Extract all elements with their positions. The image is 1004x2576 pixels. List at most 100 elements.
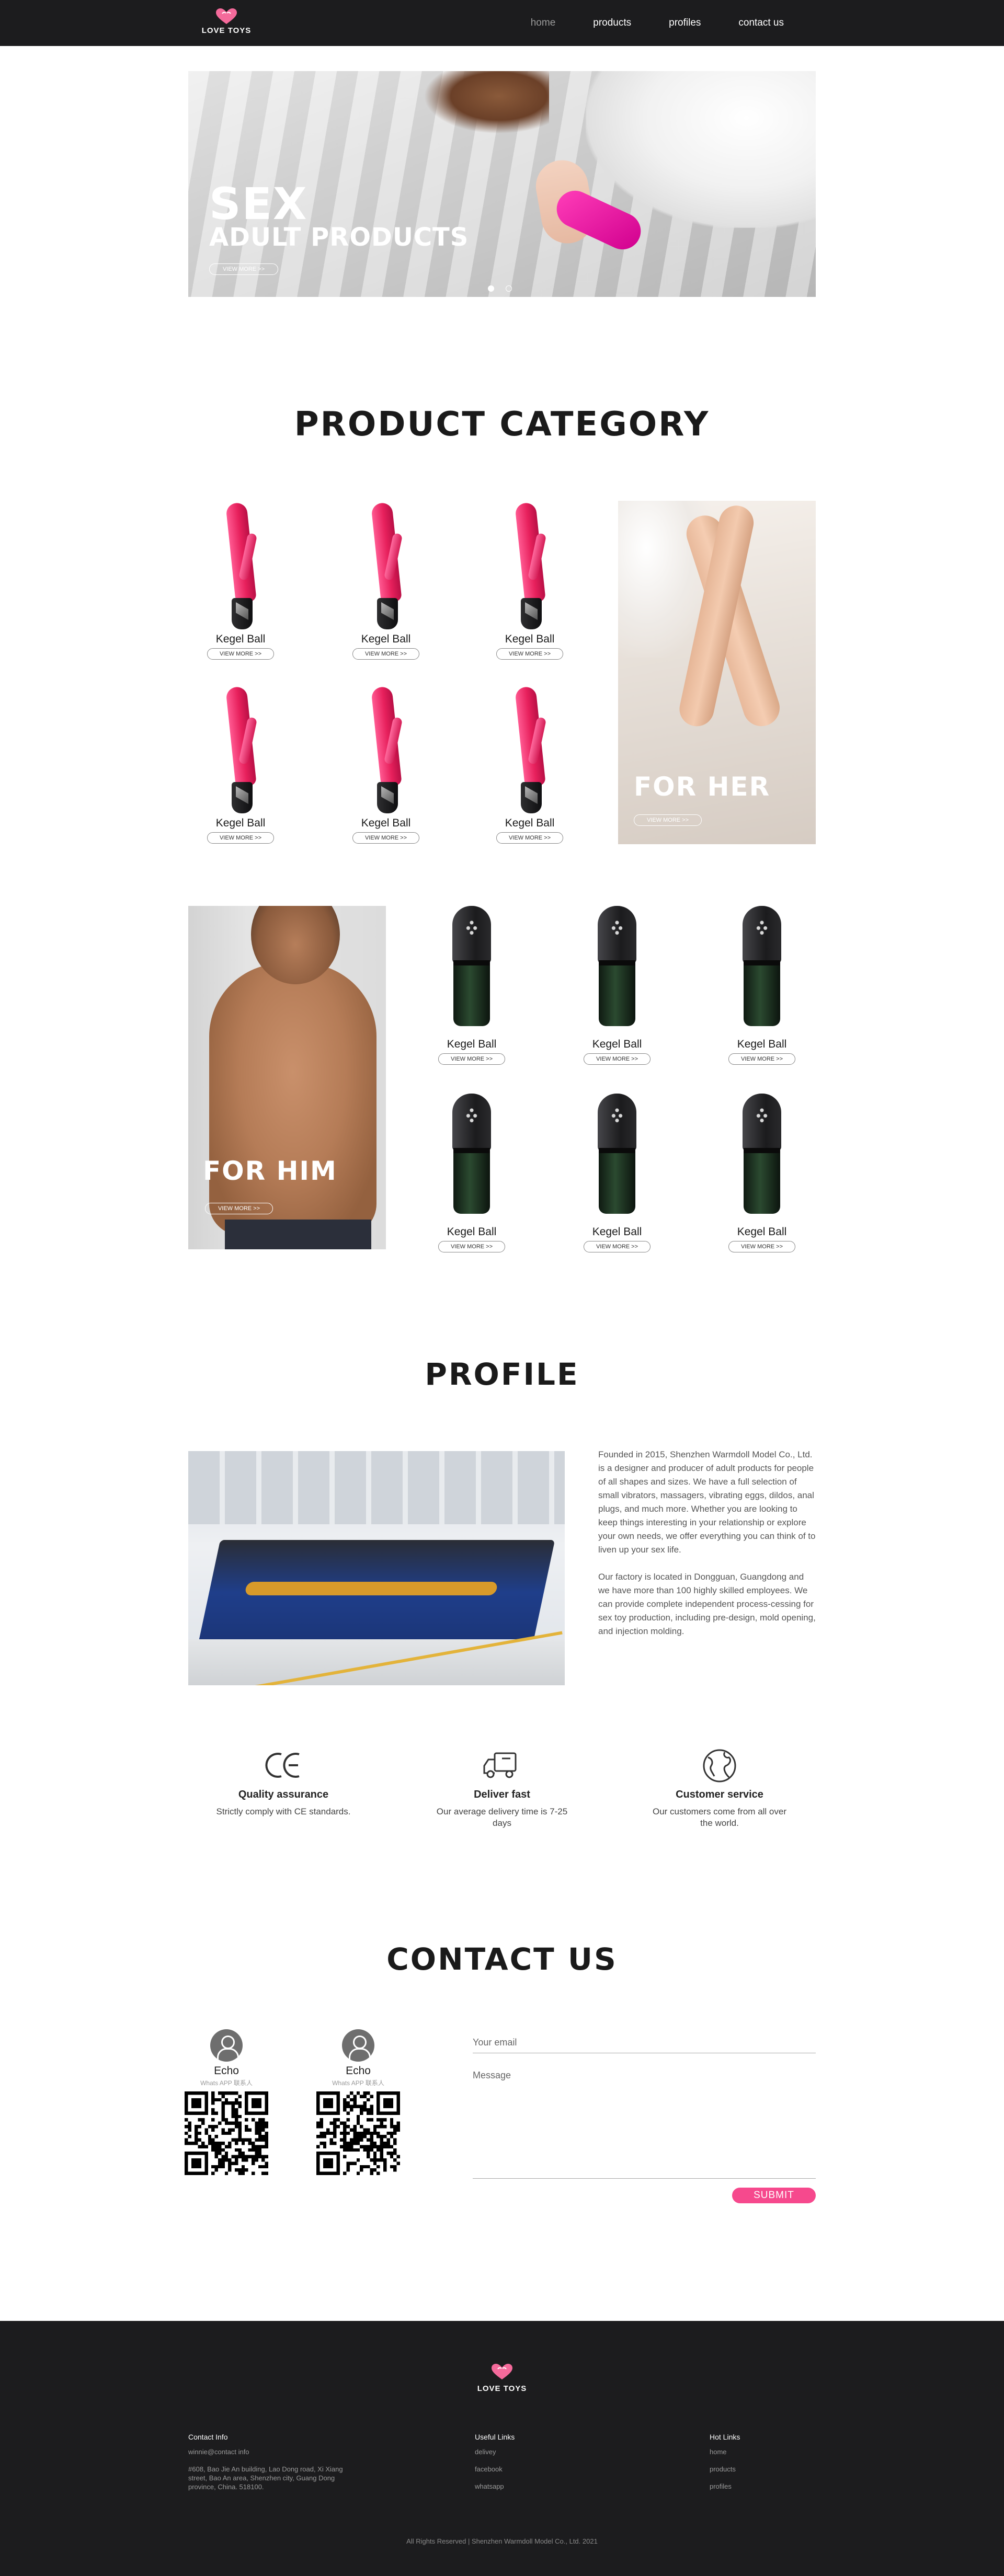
delivery-truck-icon [483,1752,517,1778]
product-name: Kegel Ball [505,817,555,829]
nav-profiles[interactable]: profiles [650,17,720,29]
for-her-title: FOR HER [634,772,771,802]
view-more-button[interactable]: VIEW MORE >> [584,1241,651,1252]
footer-email[interactable]: winnie@contact info [188,2447,345,2456]
vibrator-image[interactable] [331,501,441,630]
profile-paragraph-2: Our factory is located in Dongguan, Guan… [598,1572,816,1636]
vibrator-image[interactable] [186,685,295,814]
him-product-card: Kegel Ball VIEW MORE >> [707,906,817,1065]
masturbator-cup-image[interactable] [707,906,817,1036]
him-product-card: Kegel Ball VIEW MORE >> [562,906,672,1065]
email-field[interactable] [473,2032,816,2053]
main-nav: home products profiles contact us [512,0,803,46]
vibrator-image[interactable] [331,685,441,814]
feature-quality: Quality assurance Strictly comply with C… [189,1747,378,1818]
masturbator-cup-image[interactable] [417,1094,527,1223]
hero-subtitle: ADULT PRODUCTS [209,223,469,252]
product-name: Kegel Ball [215,817,266,829]
heart-logo-icon [492,2364,512,2379]
contact-subtitle: Whats APP 联系人 [332,2079,384,2087]
product-category-title: PRODUCT CATEGORY [294,405,710,444]
footer-useful-links: Useful Links delivey facebook whatsapp [475,2433,515,2499]
avatar-icon [210,2029,243,2062]
site-logo[interactable]: LOVE TOYS [198,7,255,39]
view-more-button[interactable]: VIEW MORE >> [207,648,274,660]
avatar-icon [342,2029,374,2062]
view-more-button[interactable]: VIEW MORE >> [438,1241,505,1252]
contact-name: Echo [346,2065,371,2077]
feature-desc: Our customers come from all over the wor… [652,1807,786,1828]
view-more-button[interactable]: VIEW MORE >> [438,1053,505,1065]
view-more-button[interactable]: VIEW MORE >> [728,1053,795,1065]
view-more-button[interactable]: VIEW MORE >> [496,832,563,844]
product-name: Kegel Ball [592,1038,642,1050]
masturbator-cup-image[interactable] [562,1094,672,1223]
view-more-button[interactable]: VIEW MORE >> [207,832,274,844]
footer-address: #608, Bao Jie An building, Lao Dong road… [188,2465,343,2491]
view-more-button[interactable]: VIEW MORE >> [496,648,563,660]
for-him-view-more-button[interactable]: VIEW MORE >> [205,1203,273,1214]
for-him-title: FOR HIM [203,1156,337,1186]
site-footer: LOVE TOYS Contact Info winnie@contact in… [0,2321,1004,2576]
feature-title: Customer service [676,1789,763,1800]
hero-banner: SEX ADULT PRODUCTS VIEW MORE >> [188,71,816,297]
nav-home[interactable]: home [512,17,575,29]
product-name: Kegel Ball [737,1038,787,1050]
view-more-button[interactable]: VIEW MORE >> [728,1241,795,1252]
nav-products[interactable]: products [574,17,650,29]
nav-contact-us[interactable]: contact us [720,17,803,29]
vibrator-image[interactable] [475,685,585,814]
product-name: Kegel Ball [737,1226,787,1238]
product-name: Kegel Ball [215,633,266,645]
feature-title: Deliver fast [474,1789,530,1800]
her-product-card: Kegel Ball VIEW MORE >> [331,685,441,844]
footer-logo[interactable]: LOVE TOYS [473,2363,531,2393]
footer-link-products[interactable]: products [710,2465,740,2474]
hero-title: SEX [209,178,308,229]
product-name: Kegel Ball [505,633,555,645]
carousel-dot-1[interactable] [488,285,494,292]
message-field[interactable] [473,2070,816,2179]
carousel-dot-2[interactable] [506,285,512,292]
ce-mark-icon [265,1753,300,1778]
feature-desc: Our average delivery time is 7-25 days [436,1807,568,1828]
footer-hot-links: Hot Links home products profiles [710,2433,740,2499]
product-name: Kegel Ball [447,1038,497,1050]
contact-name: Echo [214,2065,239,2077]
footer-link-profiles[interactable]: profiles [710,2482,740,2491]
masturbator-cup-image[interactable] [707,1094,817,1223]
footer-heading: Contact Info [188,2433,228,2441]
him-product-card: Kegel Ball VIEW MORE >> [417,906,527,1065]
product-name: Kegel Ball [447,1226,497,1238]
globe-icon [703,1749,736,1782]
for-him-banner[interactable]: FOR HIM VIEW MORE >> [188,906,386,1249]
contact-card: Echo Whats APP 联系人 [316,2029,400,2175]
her-product-card: Kegel Ball VIEW MORE >> [475,501,585,660]
vibrator-image[interactable] [475,501,585,630]
contact-title: CONTACT US [386,1941,618,1977]
footer-link-facebook[interactable]: facebook [475,2465,515,2474]
masturbator-cup-image[interactable] [562,906,672,1036]
view-more-button[interactable]: VIEW MORE >> [584,1053,651,1065]
vibrator-image[interactable] [186,501,295,630]
footer-link-delivery[interactable]: delivey [475,2447,515,2456]
hero-view-more-button[interactable]: VIEW MORE >> [209,263,278,275]
feature-delivery: Deliver fast Our average delivery time i… [408,1747,596,1829]
her-product-card: Kegel Ball VIEW MORE >> [186,501,295,660]
footer-heading: Hot Links [710,2433,740,2441]
footer-logo-text: LOVE TOYS [477,2384,527,2393]
factory-photo [188,1451,565,1685]
masturbator-cup-image[interactable] [417,906,527,1036]
whatsapp-qr-code [185,2091,268,2175]
view-more-button[interactable]: VIEW MORE >> [352,648,419,660]
for-her-view-more-button[interactable]: VIEW MORE >> [634,814,702,826]
footer-link-home[interactable]: home [710,2447,740,2456]
feature-title: Quality assurance [238,1789,329,1800]
view-more-button[interactable]: VIEW MORE >> [352,832,419,844]
profile-paragraph-1: Founded in 2015, Shenzhen Warmdoll Model… [598,1450,816,1555]
feature-service: Customer service Our customers come from… [625,1747,814,1829]
submit-button[interactable]: SUBMIT [732,2188,816,2203]
for-her-banner[interactable]: FOR HER VIEW MORE >> [618,501,816,844]
footer-link-whatsapp[interactable]: whatsapp [475,2482,515,2491]
logo-text: LOVE TOYS [201,26,252,35]
